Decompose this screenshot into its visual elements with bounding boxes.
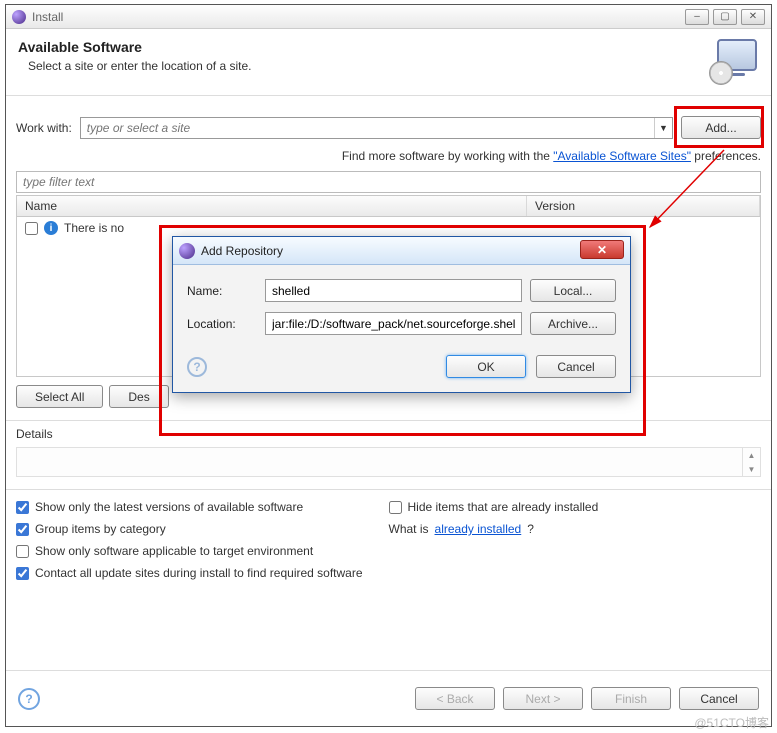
- already-installed-prefix: What is: [389, 522, 429, 536]
- location-label: Location:: [187, 317, 257, 331]
- hint-suffix: preferences.: [691, 149, 761, 163]
- already-installed-link[interactable]: already installed: [435, 522, 522, 536]
- back-button[interactable]: < Back: [415, 687, 495, 710]
- opt-contact-sites-checkbox[interactable]: [16, 567, 29, 580]
- info-icon: i: [44, 221, 58, 235]
- title-bar: Install – ▢ ✕: [6, 5, 771, 29]
- location-row: Location: Archive...: [187, 312, 616, 335]
- separator: [6, 420, 771, 421]
- dialog-help-icon[interactable]: ?: [187, 357, 207, 377]
- opt-latest-versions-checkbox[interactable]: [16, 501, 29, 514]
- opt-hide-installed[interactable]: Hide items that are already installed: [389, 500, 762, 514]
- select-all-button[interactable]: Select All: [16, 385, 103, 408]
- already-installed-line: What is already installed?: [389, 522, 762, 536]
- next-button[interactable]: Next >: [503, 687, 583, 710]
- dialog-close-button[interactable]: ✕: [580, 240, 624, 259]
- opt-applicable-label: Show only software applicable to target …: [35, 544, 313, 558]
- banner-title: Available Software: [18, 39, 701, 55]
- available-sites-link[interactable]: "Available Software Sites": [553, 149, 691, 163]
- eclipse-icon: [12, 10, 26, 24]
- name-input[interactable]: [265, 279, 522, 302]
- column-name[interactable]: Name: [17, 196, 527, 216]
- name-label: Name:: [187, 284, 257, 298]
- add-repository-dialog: Add Repository ✕ Name: Local... Location…: [172, 236, 631, 393]
- opt-applicable[interactable]: Show only software applicable to target …: [16, 544, 389, 558]
- dialog-body: Name: Local... Location: Archive...: [173, 265, 630, 355]
- name-row: Name: Local...: [187, 279, 616, 302]
- opt-group-category-checkbox[interactable]: [16, 523, 29, 536]
- results-table-header: Name Version: [16, 195, 761, 217]
- dialog-footer: ? OK Cancel: [173, 355, 630, 392]
- watermark: @51CTO博客: [694, 714, 769, 731]
- deselect-all-button[interactable]: Des: [109, 385, 168, 408]
- window-controls: – ▢ ✕: [685, 9, 765, 25]
- details-label: Details: [16, 427, 761, 441]
- wizard-footer: ? < Back Next > Finish Cancel: [6, 670, 771, 726]
- eclipse-icon: [179, 243, 195, 259]
- banner-subtitle: Select a site or enter the location of a…: [18, 59, 701, 73]
- finish-button[interactable]: Finish: [591, 687, 671, 710]
- banner: Available Software Select a site or ente…: [6, 29, 771, 96]
- window-title: Install: [32, 10, 685, 24]
- help-icon[interactable]: ?: [18, 688, 40, 710]
- separator-2: [6, 489, 771, 490]
- opt-hide-installed-checkbox[interactable]: [389, 501, 402, 514]
- cancel-button[interactable]: Cancel: [679, 687, 759, 710]
- row-text: There is no: [64, 221, 124, 235]
- hint-prefix: Find more software by working with the: [342, 149, 553, 163]
- minimize-button[interactable]: –: [685, 9, 709, 25]
- add-button[interactable]: Add...: [681, 116, 761, 139]
- location-input[interactable]: [265, 312, 522, 335]
- close-window-button[interactable]: ✕: [741, 9, 765, 25]
- work-with-row: Work with: ▼ Add...: [16, 116, 761, 139]
- opt-hide-installed-label: Hide items that are already installed: [408, 500, 599, 514]
- archive-button[interactable]: Archive...: [530, 312, 616, 335]
- row-checkbox[interactable]: [25, 222, 38, 235]
- opt-contact-sites[interactable]: Contact all update sites during install …: [16, 566, 761, 580]
- options-grid: Show only the latest versions of availab…: [16, 500, 761, 580]
- work-with-label: Work with:: [16, 121, 72, 135]
- opt-group-category[interactable]: Group items by category: [16, 522, 389, 536]
- opt-latest-versions[interactable]: Show only the latest versions of availab…: [16, 500, 389, 514]
- details-box: ▲▼: [16, 447, 761, 477]
- opt-contact-sites-label: Contact all update sites during install …: [35, 566, 363, 580]
- details-spinner[interactable]: ▲▼: [742, 448, 760, 476]
- install-icon: [709, 39, 759, 83]
- opt-group-category-label: Group items by category: [35, 522, 166, 536]
- work-with-input[interactable]: [81, 121, 654, 135]
- chevron-down-icon[interactable]: ▼: [654, 118, 672, 138]
- dialog-title-bar: Add Repository ✕: [173, 237, 630, 265]
- column-version[interactable]: Version: [527, 196, 760, 216]
- ok-button[interactable]: OK: [446, 355, 526, 378]
- dialog-title: Add Repository: [201, 244, 580, 258]
- dialog-cancel-button[interactable]: Cancel: [536, 355, 616, 378]
- hint-line: Find more software by working with the "…: [16, 149, 761, 163]
- local-button[interactable]: Local...: [530, 279, 616, 302]
- filter-input[interactable]: [16, 171, 761, 193]
- opt-applicable-checkbox[interactable]: [16, 545, 29, 558]
- opt-latest-versions-label: Show only the latest versions of availab…: [35, 500, 303, 514]
- maximize-button[interactable]: ▢: [713, 9, 737, 25]
- work-with-combo[interactable]: ▼: [80, 117, 673, 139]
